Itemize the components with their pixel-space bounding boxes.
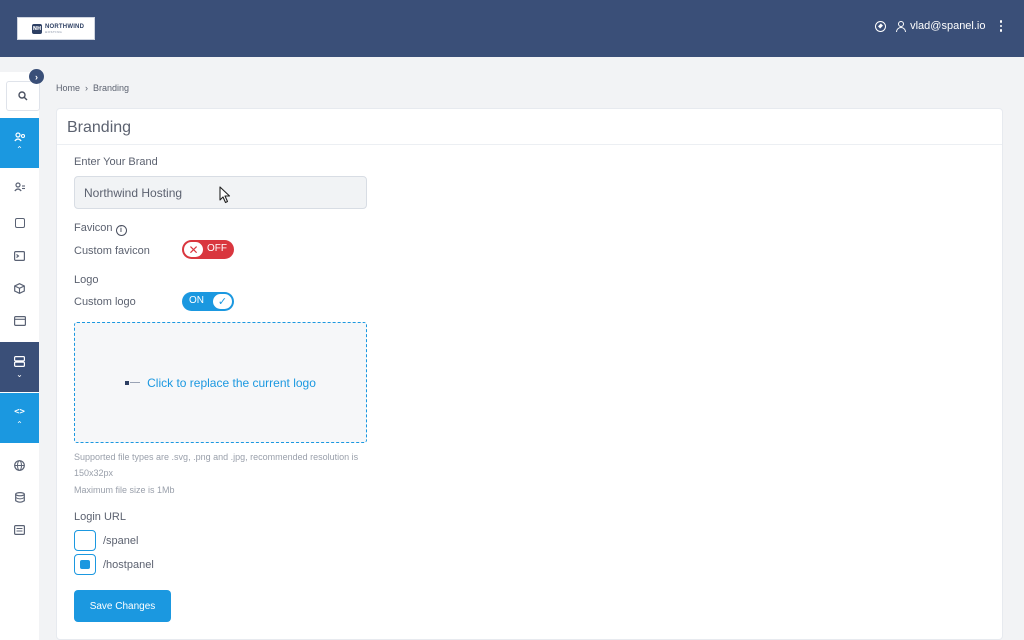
chevron-right-icon[interactable]: › [29, 69, 44, 84]
chevron-up-icon: ⌃ [16, 420, 23, 429]
login-url-spanel-label: /spanel [103, 535, 139, 547]
globe-icon [14, 459, 25, 471]
info-icon[interactable]: i [115, 225, 127, 236]
sidebar-item-package[interactable] [0, 280, 39, 296]
sidebar-item-users-group[interactable]: ⌃ [0, 118, 39, 168]
kebab-menu-icon[interactable] [999, 20, 1002, 32]
chevron-down-icon: ⌄ [16, 369, 23, 379]
chevron-up-icon: ⌃ [16, 145, 23, 154]
breadcrumb-current: Branding [93, 83, 130, 93]
dropzone-text: Click to replace the current logo [147, 375, 316, 390]
sidebar-item-user-accounts[interactable] [0, 182, 39, 192]
logo-upload-dropzone[interactable]: Click to replace the current logo [74, 322, 367, 443]
calendar-icon [14, 218, 25, 228]
brand-logo[interactable]: NH NORTHWIND HOSTING [17, 17, 95, 40]
breadcrumb: Home › Branding [56, 83, 129, 93]
logo-sub: HOSTING [45, 29, 63, 34]
login-url-hostpanel-label: /hostpanel [103, 559, 154, 571]
file-type-hint: Supported file types are .svg, .png and … [74, 452, 359, 478]
custom-logo-toggle[interactable]: ON ✓ [182, 292, 234, 311]
username: vlad@spanel.io [910, 20, 986, 32]
breadcrumb-home[interactable]: Home [56, 83, 80, 93]
toggle-state-off: OFF [207, 243, 227, 254]
sidebar-item-calendar[interactable] [0, 215, 39, 231]
login-url-hostpanel-checkbox[interactable] [74, 554, 96, 575]
header-actions: vlad@spanel.io [875, 20, 1002, 32]
sidebar: ⌃ ⌄ <> ⌃ [0, 72, 40, 640]
close-icon: ✕ [183, 241, 204, 258]
save-changes-button[interactable]: Save Changes [74, 590, 171, 622]
breadcrumb-separator: › [85, 83, 89, 93]
user-menu[interactable]: vlad@spanel.io [896, 20, 986, 32]
brand-label: Enter Your Brand [74, 156, 158, 168]
custom-logo-label: Custom logo [74, 296, 136, 308]
search-icon [18, 91, 28, 101]
sidebar-item-database[interactable] [0, 489, 39, 505]
file-size-hint: Maximum file size is 1Mb [74, 485, 175, 495]
user-icon [896, 20, 907, 32]
card-divider [57, 144, 1002, 145]
sidebar-item-globe[interactable] [0, 457, 39, 473]
custom-favicon-toggle[interactable]: ✕ OFF [182, 240, 234, 259]
sidebar-item-code[interactable]: <> ⌃ [0, 393, 39, 443]
page-title: Branding [67, 119, 132, 136]
branding-card: Branding Enter Your Brand Northwind Host… [56, 108, 1003, 640]
sidebar-search-button[interactable] [6, 81, 40, 111]
server-icon [14, 355, 25, 367]
logo-label: Logo [74, 274, 99, 286]
favicon-section: Favicon i [74, 222, 127, 236]
user-accounts-icon [13, 182, 25, 192]
current-logo-thumbnail [125, 380, 141, 386]
brand-name-value: Northwind Hosting [84, 185, 183, 200]
logo-name: NORTHWIND [45, 23, 85, 30]
document-icon [14, 525, 25, 535]
login-url-spanel-checkbox[interactable] [74, 530, 96, 551]
sidebar-item-document[interactable] [0, 522, 39, 538]
users-group-icon [13, 132, 25, 142]
sidebar-item-terminal[interactable] [0, 248, 39, 264]
favicon-label: Favicon [74, 222, 113, 234]
logo-mark: NH [32, 23, 42, 34]
mouse-cursor-icon [219, 186, 231, 204]
toggle-state-on: ON [189, 295, 204, 306]
compass-icon[interactable] [875, 20, 887, 32]
terminal-icon [14, 251, 25, 261]
login-url-label: Login URL [74, 511, 126, 523]
package-icon [14, 282, 25, 294]
database-icon [14, 491, 25, 503]
code-icon: <> [14, 407, 25, 417]
top-header: NH NORTHWIND HOSTING vlad@spanel.io [0, 0, 1024, 57]
custom-favicon-label: Custom favicon [74, 245, 150, 257]
sidebar-item-browser-window[interactable] [0, 313, 39, 329]
check-icon: ✓ [212, 293, 233, 310]
sidebar-item-server[interactable]: ⌄ [0, 342, 39, 392]
browser-window-icon [13, 316, 26, 326]
